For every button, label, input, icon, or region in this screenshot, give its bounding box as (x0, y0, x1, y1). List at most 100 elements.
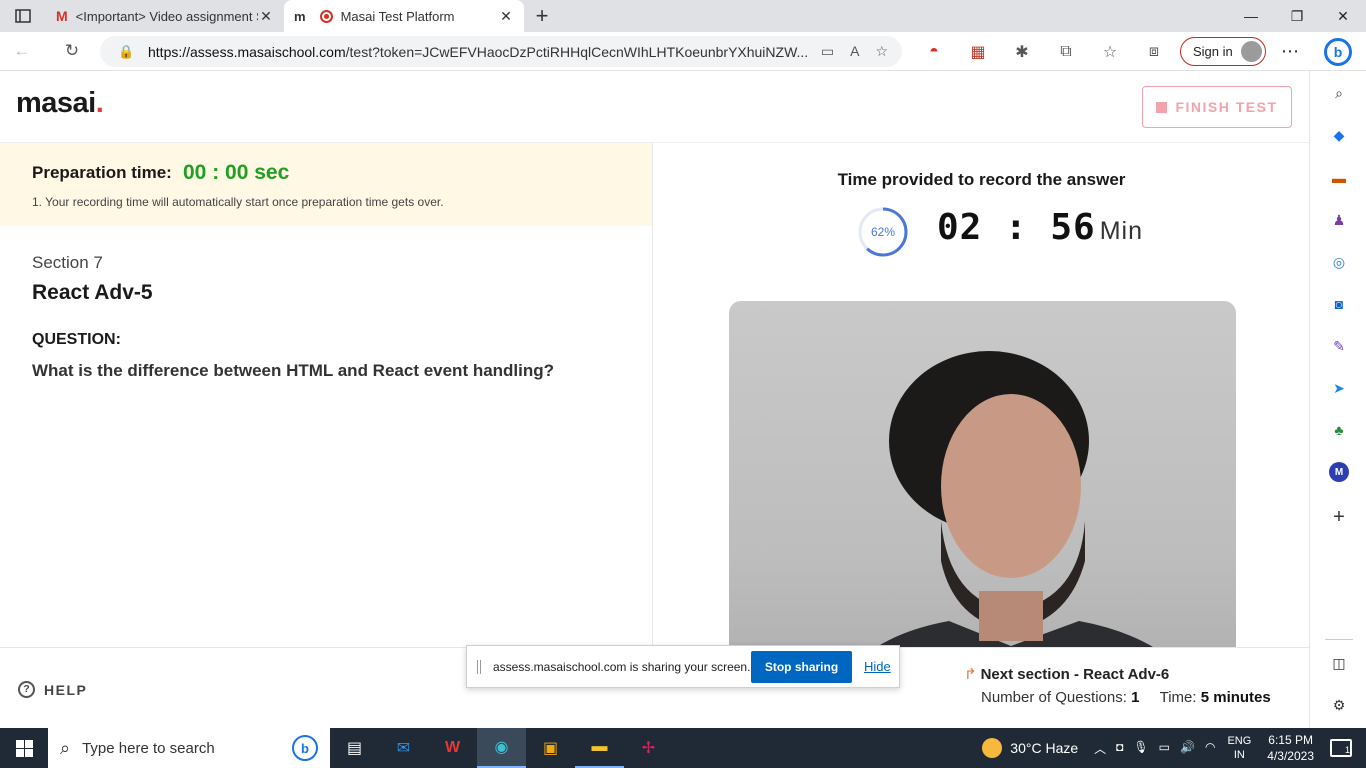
outlook-icon[interactable]: ◙ (1329, 294, 1349, 314)
close-window-button[interactable]: ✕ (1320, 0, 1366, 32)
next-section-details: Number of Questions: 1 Time: 5 minutes (981, 689, 1271, 706)
volume-icon[interactable]: 🔊 (1180, 740, 1195, 757)
m-app-icon[interactable]: M (1329, 462, 1349, 482)
extension-icons: ◓ ▦ ✱ ⧉ ☆ ⧈ (912, 32, 1176, 71)
record-timer: 02 : 56 Min (937, 207, 1143, 248)
recording-panel: Time provided to record the answer 62% 0… (654, 143, 1309, 728)
record-time: 02 : 56 (937, 207, 1096, 248)
chevron-up-icon[interactable]: ︿ (1094, 740, 1106, 757)
file-explorer-icon[interactable]: ▬ (575, 728, 624, 768)
tab-actions-button[interactable] (0, 0, 46, 32)
tools-icon[interactable]: ▬ (1329, 168, 1349, 188)
search-placeholder: Type here to search (82, 739, 215, 757)
microphone-icon[interactable]: 🎙 (1133, 740, 1148, 757)
recording-title: Time provided to record the answer (837, 170, 1126, 189)
prep-note: 1. Your recording time will automaticall… (32, 195, 444, 209)
pokeball-extension-icon[interactable]: ◓ (912, 43, 956, 61)
tab-actions-icon (15, 9, 31, 23)
preparation-banner: Preparation time: 00 : 00 sec 1. Your re… (0, 143, 652, 226)
slack-icon[interactable]: ✢ (624, 728, 673, 768)
restore-button[interactable]: ❐ (1274, 0, 1320, 32)
add-favorite-icon[interactable]: ☆ (875, 43, 888, 60)
stop-square-icon (1156, 101, 1168, 113)
refresh-icon: ↻ (64, 41, 80, 60)
recording-icon (319, 9, 333, 23)
camera-tray-icon[interactable]: ◘ (1116, 740, 1123, 757)
finish-test-label: FINISH TEST (1175, 99, 1278, 115)
extensions-icon[interactable]: ⧉ (1044, 43, 1088, 61)
stop-sharing-button[interactable]: Stop sharing (751, 650, 852, 683)
task-view-icon[interactable]: ▤ (330, 728, 379, 768)
favorites-icon[interactable]: ☆ (1088, 42, 1132, 62)
arrow-left-icon: ← (13, 41, 31, 60)
close-tab-icon[interactable]: ✕ (498, 8, 514, 25)
test-page: masai. FINISH TEST Preparation time: 00 … (0, 71, 1309, 728)
system-tray: 30°C Haze ︿ ◘ 🎙 ▭ 🔊 ◠ ENG IN 6:15 PM 4/3/2… (982, 728, 1366, 768)
wifi-icon[interactable]: ◠ (1205, 740, 1215, 757)
read-aloud-icon[interactable]: A (850, 43, 859, 60)
back-button[interactable]: ← (0, 32, 44, 71)
settings-gear-icon[interactable]: ⚙ (1329, 695, 1349, 715)
help-icon: ? (18, 681, 35, 698)
add-sidebar-app-icon[interactable]: + (1329, 506, 1349, 528)
send-icon[interactable]: ➤ (1329, 378, 1349, 398)
share-message: assess.masaischool.com is sharing your s… (493, 659, 751, 674)
store-icon[interactable]: ▣ (526, 728, 575, 768)
minimize-button[interactable]: — (1228, 0, 1274, 32)
progress-label: 62% (870, 225, 896, 239)
hide-link[interactable]: Hide (864, 659, 891, 674)
edge-sidebar: ⌕ ◆ ▬ ♟ ◎ ◙ ✎ ➤ ♣ M + ◫ ⚙ (1309, 71, 1366, 728)
office-icon[interactable]: ◎ (1329, 252, 1349, 272)
bing-icon: b (292, 735, 318, 761)
section-title: React Adv-5 (32, 281, 153, 304)
search-icon[interactable]: ⌕ (1329, 83, 1349, 103)
sign-in-button[interactable]: Sign in (1180, 37, 1266, 66)
new-tab-button[interactable]: + (524, 0, 560, 32)
lock-icon: 🔒 (118, 43, 135, 59)
close-tab-icon[interactable]: ✕ (258, 8, 274, 25)
designer-icon[interactable]: ✎ (1329, 336, 1349, 356)
finish-test-button[interactable]: FINISH TEST (1142, 86, 1292, 128)
prep-timer: 00 : 00 sec (183, 161, 290, 184)
split-screen-icon[interactable]: ◫ (1329, 653, 1349, 673)
windows-logo-icon (15, 739, 33, 757)
start-button[interactable] (0, 728, 48, 768)
tree-icon[interactable]: ♣ (1329, 420, 1349, 440)
tab-strip: M <Important> Video assignment S ✕ m Mas… (0, 0, 1366, 32)
address-bar[interactable]: 🔒 https://assess.masaischool.com/test?to… (100, 36, 902, 67)
num-questions-label: Number of Questions: (981, 689, 1127, 706)
camera-icon[interactable]: ▭ (821, 43, 834, 60)
record-unit: Min (1099, 217, 1144, 245)
collections-icon[interactable]: ⧈ (1132, 43, 1176, 61)
sidebar-divider (1325, 639, 1353, 640)
language-indicator[interactable]: ENG IN (1227, 734, 1251, 762)
bug-extension-icon[interactable]: ✱ (1000, 42, 1044, 62)
edge-icon[interactable]: ◉ (477, 728, 526, 768)
weather-widget[interactable]: 30°C Haze (982, 738, 1078, 758)
notifications-icon[interactable]: 1 (1330, 739, 1352, 757)
windows-taskbar: ⌕ Type here to search b ▤ ✉ W ◉ ▣ ▬ ✢ 30… (0, 728, 1366, 768)
masai-logo: masai. (16, 87, 104, 119)
screen-share-bar: assess.masaischool.com is sharing your s… (466, 645, 900, 688)
refresh-button[interactable]: ↻ (50, 32, 94, 71)
mail-icon[interactable]: ✉ (379, 728, 428, 768)
battery-icon[interactable]: ▭ (1159, 740, 1170, 757)
browser-toolbar: ← ↻ 🔒 https://assess.masaischool.com/tes… (0, 32, 1366, 71)
wps-office-icon[interactable]: W (428, 728, 477, 768)
shopping-tag-icon[interactable]: ◆ (1329, 125, 1349, 145)
question-text: What is the difference between HTML and … (32, 361, 555, 380)
sheet-extension-icon[interactable]: ▦ (956, 42, 1000, 62)
tab-gmail[interactable]: M <Important> Video assignment S ✕ (46, 0, 284, 32)
drag-handle-icon[interactable] (477, 659, 481, 674)
taskbar-search[interactable]: ⌕ Type here to search b (48, 728, 330, 768)
gmail-icon: M (56, 8, 68, 24)
clock[interactable]: 6:15 PM 4/3/2023 (1267, 732, 1314, 764)
search-icon: ⌕ (60, 737, 71, 758)
tab-title: Masai Test Platform (340, 8, 455, 24)
more-menu-icon[interactable]: ⋯ (1278, 32, 1302, 71)
games-icon[interactable]: ♟ (1329, 210, 1349, 230)
masai-icon: m (294, 8, 306, 24)
help-button[interactable]: ? HELP (18, 681, 87, 698)
tab-masai[interactable]: m Masai Test Platform ✕ (284, 0, 524, 32)
bing-button[interactable]: b (1318, 34, 1358, 69)
